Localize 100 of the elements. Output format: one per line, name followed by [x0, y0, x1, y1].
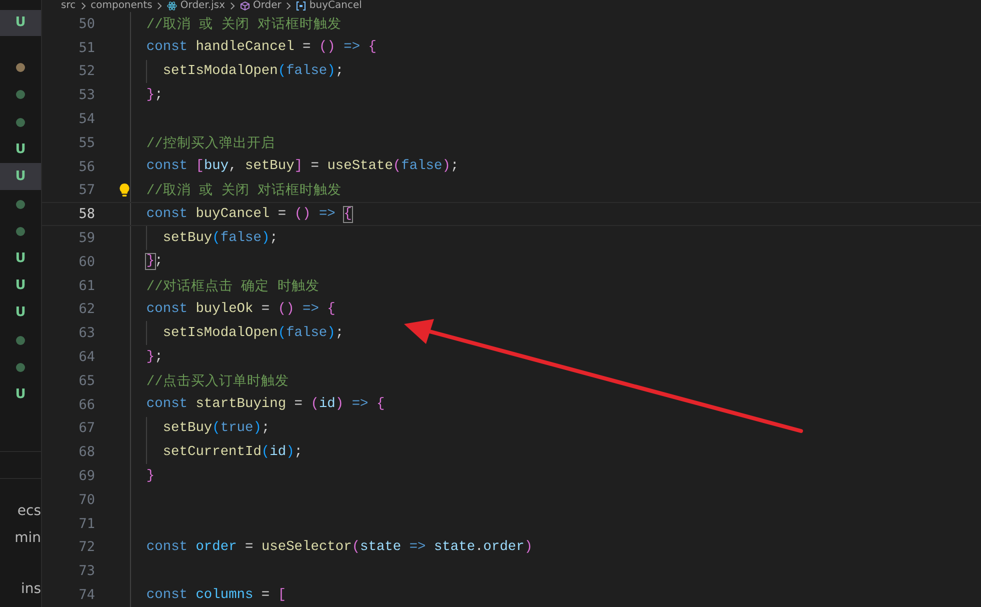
code-token: () [318, 40, 336, 56]
code-token: = [293, 397, 304, 412]
line-number: 50 [78, 16, 95, 32]
code-token: id [318, 397, 336, 412]
line-number: 54 [78, 111, 95, 128]
code-comment: //点击买入订单时触发 [146, 372, 289, 390]
code-token: { [327, 302, 336, 317]
code-token: ( [392, 159, 402, 174]
code-token: ( [212, 230, 220, 246]
code-token: false [220, 230, 262, 246]
line-number: 74 [78, 587, 95, 604]
lightbulb-icon[interactable] [119, 182, 130, 198]
code-token: } [146, 88, 155, 103]
code-token: ) [335, 397, 344, 412]
chevron-right-icon [230, 2, 235, 10]
code-token: const [146, 302, 188, 317]
code-token: } [146, 468, 155, 484]
code-token: ) [442, 159, 450, 174]
code-token: ( [261, 444, 270, 460]
code-token: const [146, 540, 188, 555]
explorer-row[interactable]: U [0, 10, 41, 36]
code-token: ) [327, 326, 336, 341]
code-token: false [401, 159, 442, 174]
code-token: ( [310, 397, 319, 412]
code-token: = [310, 159, 320, 174]
code-token: { [376, 397, 385, 412]
code-token: const [146, 588, 188, 603]
line-number: 55 [78, 134, 95, 151]
code-token: => [318, 206, 336, 222]
code-token: const [146, 40, 188, 56]
code-token: ( [278, 64, 286, 79]
code-token: setIsModalOpen [162, 64, 278, 79]
code-token: true [220, 420, 254, 436]
git-status-label: U [15, 16, 26, 30]
code-token: buyCancel [196, 206, 270, 222]
breadcrumb-item[interactable]: Order.jsx [180, 0, 225, 12]
atom-icon [167, 1, 178, 11]
code-token: [ [278, 588, 286, 603]
breadcrumb-item[interactable]: src [61, 0, 76, 12]
explorer-row[interactable]: U [0, 163, 41, 190]
code-token: = [260, 588, 271, 603]
git-status-label: U [15, 252, 26, 266]
code-token: . [475, 540, 484, 555]
code-token: const [146, 397, 188, 412]
code-token: ) [261, 230, 270, 246]
code-token: = [302, 40, 312, 56]
code-token: state [360, 540, 402, 555]
breadcrumb-item[interactable]: Order [253, 0, 282, 12]
code-token: => [408, 540, 427, 555]
sidebar-item[interactable]: ecs [0, 502, 61, 521]
line-number: 52 [78, 63, 95, 80]
code-token: } [146, 254, 155, 270]
line-number: 61 [78, 278, 95, 294]
code-token: ; [270, 230, 278, 246]
code-token: ; [261, 420, 270, 436]
sidebar-item[interactable]: min [0, 528, 61, 548]
code-token: const [146, 206, 188, 222]
code-token: useState [327, 159, 393, 174]
code-token: { [368, 40, 376, 56]
line-number: 71 [78, 516, 95, 532]
code-comment: //对话框点击 确定 时触发 [146, 278, 320, 295]
explorer-row[interactable]: U [0, 245, 41, 272]
line-number: 66 [78, 396, 95, 413]
breadcrumb-item[interactable]: components [90, 0, 152, 12]
line-number: 60 [78, 254, 95, 270]
line-number: 58 [78, 206, 95, 222]
explorer-row[interactable]: U [0, 136, 41, 164]
sidebar-item[interactable]: ins [0, 580, 61, 599]
code-token: false [286, 64, 328, 79]
code-token: ) [524, 540, 533, 555]
code-token: ) [253, 420, 262, 436]
breadcrumb-item[interactable]: buyCancel [309, 0, 362, 12]
line-number: 56 [78, 158, 95, 175]
chevron-right-icon [80, 2, 86, 10]
git-status-label: U [15, 388, 26, 402]
git-status-label: U [15, 142, 26, 157]
code-token: ( [278, 326, 286, 341]
line-number: 69 [78, 468, 95, 484]
line-number: 68 [78, 444, 95, 460]
line-number: 64 [78, 349, 95, 366]
code-token: false [286, 326, 328, 341]
code-token: () [294, 206, 311, 222]
code-token: => [350, 397, 370, 412]
line-number: 73 [78, 563, 95, 580]
code-token: setBuy [245, 159, 294, 174]
code-token: columns [196, 588, 254, 603]
line-number: 70 [78, 492, 95, 508]
chevron-right-icon [286, 2, 292, 10]
line-number: 59 [78, 230, 95, 246]
line-number: 67 [78, 420, 95, 436]
explorer-row[interactable]: U [0, 300, 41, 327]
code-token: ) [327, 64, 336, 79]
code-token: { [344, 206, 352, 222]
line-number: 72 [78, 539, 95, 556]
explorer-row[interactable]: U [0, 272, 41, 300]
code-token: => [302, 302, 320, 317]
line-number: 53 [78, 87, 95, 104]
code-token: setBuy [162, 420, 212, 436]
code-token: buy [204, 159, 229, 174]
explorer-row[interactable]: U [0, 382, 41, 409]
